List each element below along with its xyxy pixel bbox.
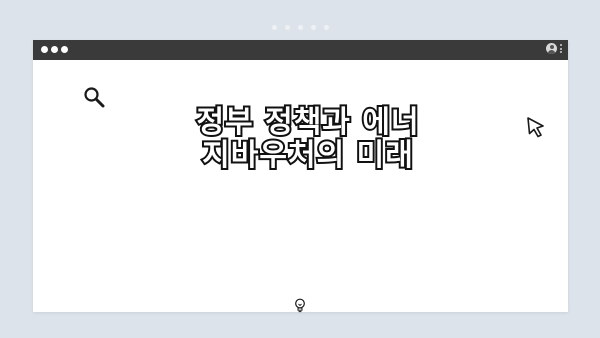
- minimize-button[interactable]: [51, 46, 58, 53]
- cursor-arrow-icon: [527, 117, 544, 138]
- decoration-dot: [323, 25, 329, 30]
- search-icon: [84, 87, 105, 108]
- window-controls: [41, 46, 68, 53]
- decoration-dot: [310, 25, 316, 30]
- menu-dots-icon[interactable]: [560, 44, 562, 53]
- top-decoration-dots: [0, 25, 600, 30]
- close-button[interactable]: [41, 46, 48, 53]
- titlebar-actions: [546, 43, 562, 54]
- window-titlebar: [33, 40, 568, 60]
- window-content: 정부 정책과 에너지바우처의 미래: [33, 60, 568, 313]
- decoration-dot: [271, 25, 277, 30]
- decoration-dot: [284, 25, 290, 30]
- maximize-button[interactable]: [61, 46, 68, 53]
- decoration-dot: [297, 25, 303, 30]
- lightbulb-icon: [295, 298, 305, 313]
- user-icon[interactable]: [546, 43, 557, 54]
- page-headline: 정부 정책과 에너지바우처의 미래: [194, 104, 420, 174]
- browser-window: 정부 정책과 에너지바우처의 미래: [33, 40, 568, 313]
